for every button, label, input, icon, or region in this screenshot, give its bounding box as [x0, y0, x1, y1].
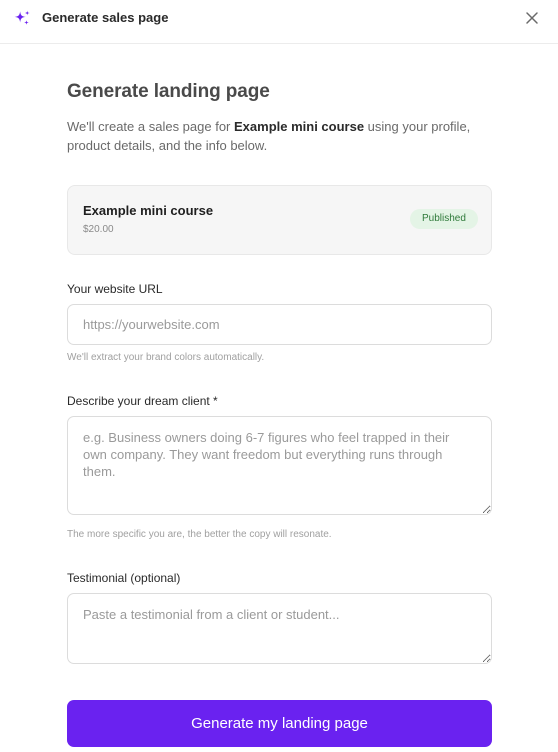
- generate-sales-page-modal: Generate sales page Generate landing pag…: [0, 0, 558, 752]
- modal-title: Generate sales page: [42, 10, 169, 25]
- intro-product-name: Example mini course: [234, 119, 365, 134]
- product-price: $20.00: [83, 224, 114, 235]
- sparkles-icon: [14, 10, 30, 25]
- intro-prefix: We'll create a sales page for: [67, 119, 234, 134]
- dream-client-hint: The more specific you are, the better th…: [67, 529, 332, 540]
- modal-header: Generate sales page: [0, 0, 558, 44]
- dream-client-textarea[interactable]: [67, 416, 492, 515]
- testimonial-label: Testimonial (optional): [67, 571, 181, 585]
- dream-client-label: Describe your dream client *: [67, 394, 218, 408]
- testimonial-textarea[interactable]: [67, 593, 492, 664]
- status-badge: Published: [410, 209, 478, 229]
- product-card: Example mini course $20.00 Published: [67, 185, 492, 255]
- generate-landing-page-button[interactable]: Generate my landing page: [67, 700, 492, 747]
- website-url-input[interactable]: [67, 304, 492, 345]
- page-title: Generate landing page: [67, 81, 270, 102]
- close-icon[interactable]: [524, 10, 540, 26]
- product-name: Example mini course: [83, 203, 214, 218]
- website-url-hint: We'll extract your brand colors automati…: [67, 352, 265, 363]
- website-url-label: Your website URL: [67, 282, 163, 296]
- intro-text: We'll create a sales page for Example mi…: [67, 117, 492, 155]
